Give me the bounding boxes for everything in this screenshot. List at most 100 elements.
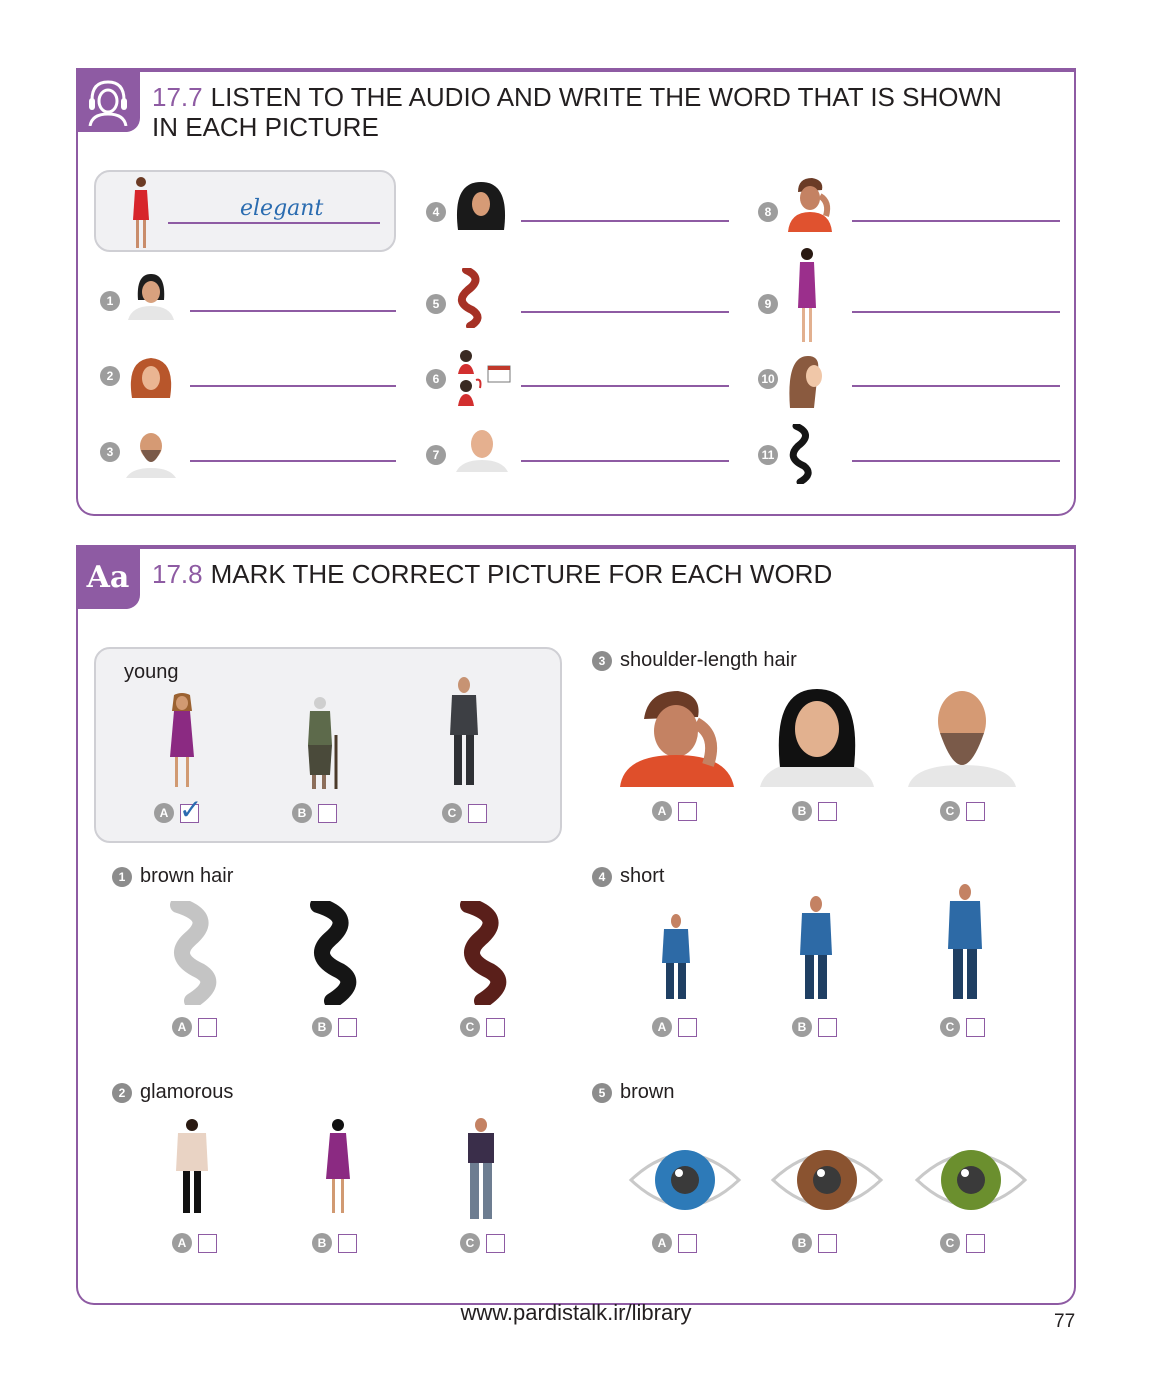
question-5-option-a[interactable]: A [652, 1233, 697, 1253]
example-option-b[interactable]: B [292, 803, 337, 823]
medium-man-blue-suit-image [800, 896, 832, 999]
item-6-write-line[interactable] [521, 385, 729, 387]
heading-line-2: IN EACH PICTURE [152, 112, 379, 142]
item-4-badge: 4 [426, 202, 446, 222]
question-2-label: 2 glamorous [112, 1081, 233, 1104]
question-word: brown hair [140, 865, 234, 887]
woman-short-black-bob-image [128, 274, 174, 320]
option-checkbox[interactable] [678, 801, 697, 821]
option-checkbox[interactable] [338, 1233, 357, 1253]
exercise-17-8-heading: 17.8 MARK THE CORRECT PICTURE FOR EACH WO… [152, 559, 832, 589]
question-2-option-c[interactable]: C [460, 1233, 505, 1253]
question-1-option-c[interactable]: C [460, 1017, 505, 1037]
question-1-option-b[interactable]: B [312, 1017, 357, 1037]
option-checkbox[interactable] [818, 1017, 837, 1037]
option-checkbox[interactable] [678, 1017, 697, 1037]
question-2-option-b[interactable]: B [312, 1233, 357, 1253]
option-checkbox[interactable] [486, 1017, 505, 1037]
question-4-option-b[interactable]: B [792, 1017, 837, 1037]
question-5-option-c[interactable]: C [940, 1233, 985, 1253]
option-letter: A [652, 1233, 672, 1253]
bald-man-with-beard-image [908, 691, 1016, 787]
question-number: 5 [592, 1082, 612, 1103]
question-number: 3 [592, 650, 612, 671]
question-3-option-a[interactable]: A [652, 801, 697, 821]
option-checkbox[interactable] [818, 801, 837, 821]
exercise-17-8-panel: Aa 17.8 MARK THE CORRECT PICTURE FOR EACH… [76, 545, 1076, 1305]
tab-headphones [76, 68, 140, 132]
man-scratching-head-image [620, 691, 734, 787]
option-checkbox[interactable] [318, 803, 337, 823]
item-8-badge: 8 [758, 202, 778, 222]
option-checkbox[interactable] [818, 1233, 837, 1253]
woman-curly-black-hair-image [456, 182, 506, 230]
question-number: 2 [112, 1082, 132, 1103]
option-letter: A [172, 1233, 192, 1253]
question-5-option-b[interactable]: B [792, 1233, 837, 1253]
item-10-write-line[interactable] [852, 385, 1060, 387]
item-8-write-line[interactable] [852, 220, 1060, 222]
option-letter: B [792, 1017, 812, 1037]
heading-text: MARK THE CORRECT PICTURE FOR EACH WORD [210, 559, 833, 589]
question-1-label: 1 brown hair [112, 865, 233, 888]
option-checkbox[interactable] [198, 1233, 217, 1253]
option-checkbox[interactable] [966, 801, 985, 821]
option-checkbox[interactable] [486, 1233, 505, 1253]
question-3-option-b[interactable]: B [792, 801, 837, 821]
middle-aged-man-suit-image [450, 677, 478, 785]
item-10-badge: 10 [758, 369, 778, 389]
option-checkbox[interactable] [678, 1233, 697, 1253]
question-2-option-a[interactable]: A [172, 1233, 217, 1253]
question-3-option-c[interactable]: C [940, 801, 985, 821]
item-9-badge: 9 [758, 294, 778, 314]
item-2-badge: 2 [100, 366, 120, 386]
woman-long-straight-hair-profile-image [789, 356, 822, 408]
option-letter: A [652, 801, 672, 821]
question-4-option-a[interactable]: A [652, 1017, 697, 1037]
item-3-badge: 3 [100, 442, 120, 462]
example-write-line [168, 222, 380, 224]
heading-line-1: LISTEN TO THE AUDIO AND WRITE THE WORD T… [210, 82, 1002, 112]
casual-man-tshirt-jeans-image [468, 1118, 494, 1219]
vocabulary-tab-label: Aa [86, 559, 130, 595]
woman-purple-dress-image [798, 248, 816, 342]
woman-getting-older-calendar-image [458, 350, 511, 406]
option-letter: C [442, 803, 462, 823]
item-1-badge: 1 [100, 291, 120, 311]
question-4-option-c[interactable]: C [940, 1017, 985, 1037]
example-answer: elegant [240, 196, 324, 221]
tall-man-blue-suit-image [948, 884, 982, 999]
exercise-number: 17.8 [152, 559, 203, 589]
option-checkbox[interactable] [966, 1017, 985, 1037]
question-word: glamorous [140, 1081, 234, 1103]
item-3-write-line[interactable] [190, 460, 396, 462]
exercise-17-7-heading: 17.7 LISTEN TO THE AUDIO AND WRITE THE WO… [152, 82, 1002, 142]
option-letter: C [460, 1233, 480, 1253]
option-checkbox[interactable] [338, 1017, 357, 1037]
item-5-write-line[interactable] [521, 311, 729, 313]
item-11-write-line[interactable] [852, 460, 1060, 462]
item-6-badge: 6 [426, 369, 446, 389]
option-checkbox[interactable] [966, 1233, 985, 1253]
example-option-c[interactable]: C [442, 803, 487, 823]
question-4-label: 4 short [592, 865, 664, 888]
item-2-write-line[interactable] [190, 385, 396, 387]
item-5-badge: 5 [426, 294, 446, 314]
option-letter: C [460, 1017, 480, 1037]
option-checkbox[interactable]: ✓ [179, 793, 202, 826]
woman-red-dress-image [133, 177, 149, 248]
brown-hair-lock-image [460, 901, 507, 1005]
item-4-write-line[interactable] [521, 220, 729, 222]
question-word: brown [620, 1081, 675, 1103]
option-checkbox[interactable] [198, 1017, 217, 1037]
glamorous-woman-purple-dress-image [326, 1119, 350, 1213]
item-7-write-line[interactable] [521, 460, 729, 462]
question-1-option-a[interactable]: A [172, 1017, 217, 1037]
question-5-label: 5 brown [592, 1081, 674, 1104]
old-woman-walking-stick-image [308, 697, 338, 789]
option-checkbox[interactable] [468, 803, 487, 823]
item-1-write-line[interactable] [190, 310, 396, 312]
item-9-write-line[interactable] [852, 311, 1060, 313]
example-option-a[interactable]: A ✓ [154, 793, 202, 826]
option-letter: B [792, 801, 812, 821]
